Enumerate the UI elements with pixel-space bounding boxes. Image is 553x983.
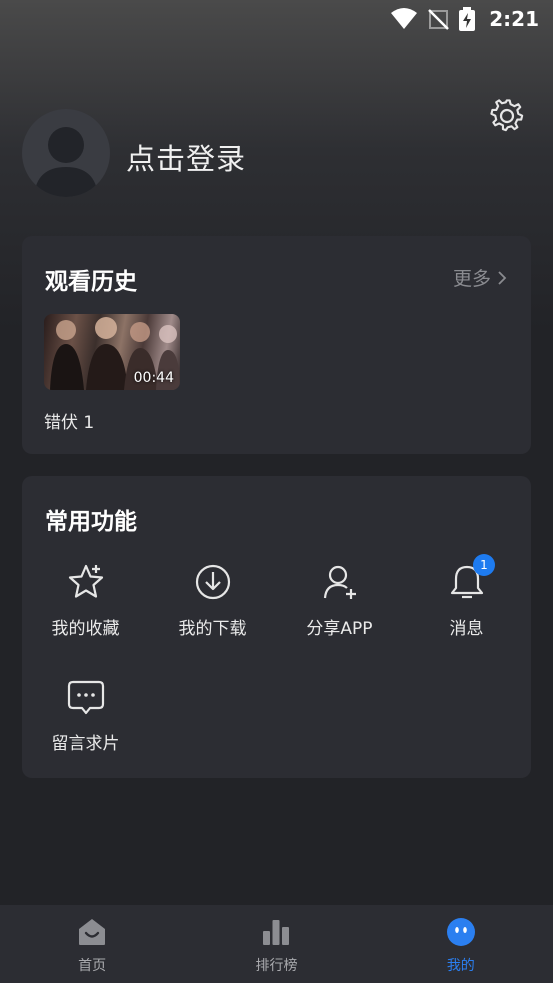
messages-button[interactable]: 1 消息 xyxy=(403,554,530,639)
share-app-button[interactable]: 分享APP xyxy=(276,562,403,639)
home-icon xyxy=(79,919,106,945)
favorites-label: 我的收藏 xyxy=(51,619,120,639)
messages-label: 消息 xyxy=(449,619,484,639)
avatar[interactable] xyxy=(22,109,110,197)
watch-history-card: 观看历史 更多 00:44 错伏 1 xyxy=(22,236,531,454)
nav-home[interactable]: 首页 xyxy=(0,905,184,983)
request-movie-label: 留言求片 xyxy=(51,734,120,754)
message-badge: 1 xyxy=(473,554,495,576)
downloads-button[interactable]: 我的下载 xyxy=(149,562,276,639)
bar-chart-icon xyxy=(263,920,290,945)
login-link[interactable]: 点击登录 xyxy=(126,136,246,178)
chevron-right-icon xyxy=(498,270,507,285)
video-title: 错伏 1 xyxy=(44,413,95,433)
downloads-label: 我的下载 xyxy=(178,619,247,639)
video-duration: 00:44 xyxy=(133,370,174,386)
add-user-icon xyxy=(323,565,356,599)
user-silhouette-icon xyxy=(34,127,98,197)
gear-icon xyxy=(490,99,524,132)
bottom-nav: 首页 排行榜 我的 xyxy=(0,905,553,983)
history-item[interactable]: 00:44 错伏 1 xyxy=(44,314,180,433)
nav-ranking[interactable]: 排行榜 xyxy=(184,905,368,983)
wifi-icon xyxy=(391,8,418,29)
more-link[interactable]: 更多 xyxy=(453,264,507,291)
battery-charging-icon xyxy=(459,7,476,31)
favorites-button[interactable]: 我的收藏 xyxy=(22,562,149,639)
nav-mine[interactable]: 我的 xyxy=(369,905,553,983)
nav-mine-label: 我的 xyxy=(446,958,475,974)
nav-home-label: 首页 xyxy=(78,958,107,974)
more-label: 更多 xyxy=(452,268,491,290)
common-functions-title: 常用功能 xyxy=(45,509,137,535)
download-icon xyxy=(195,564,230,600)
video-thumbnail: 00:44 xyxy=(44,314,180,390)
chat-bubble-icon xyxy=(67,680,104,715)
no-signal-icon xyxy=(428,9,450,30)
common-functions-card: 常用功能 我的收藏 我的下载 分享APP 1 消息 留言求片 xyxy=(22,476,531,778)
watch-history-title: 观看历史 xyxy=(45,269,137,295)
nav-ranking-label: 排行榜 xyxy=(255,958,298,974)
star-icon xyxy=(68,564,103,598)
request-movie-button[interactable]: 留言求片 xyxy=(22,677,149,754)
settings-button[interactable] xyxy=(489,98,525,134)
smiley-face-icon xyxy=(446,918,475,946)
share-app-label: 分享APP xyxy=(306,619,373,639)
status-bar: 2:21 xyxy=(0,0,553,38)
status-time: 2:21 xyxy=(489,7,539,31)
